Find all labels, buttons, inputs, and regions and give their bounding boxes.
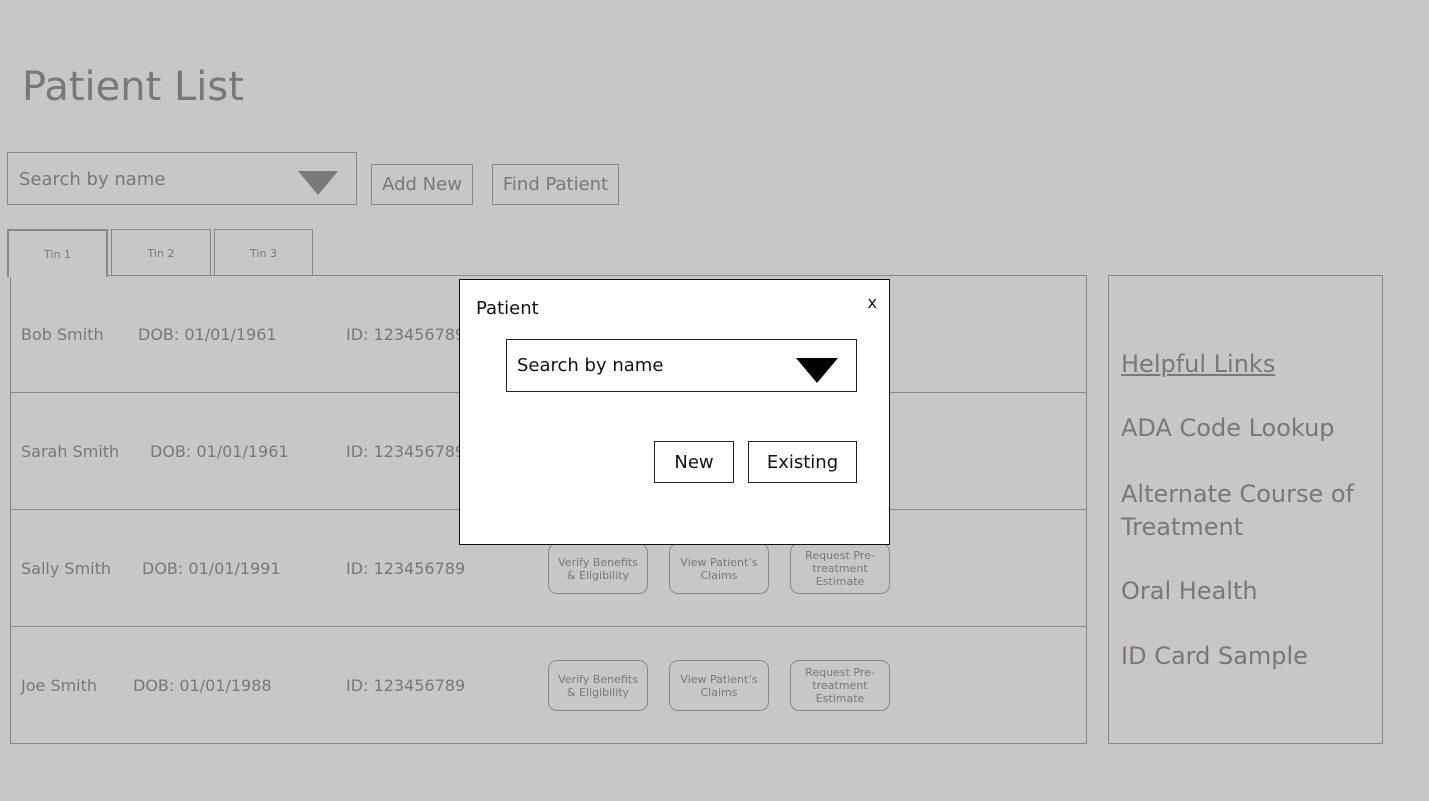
view-claims-button[interactable]: View Patient’s Claims: [669, 660, 769, 711]
patient-id: ID: 123456789: [346, 442, 466, 461]
link-ada-code-lookup[interactable]: ADA Code Lookup: [1121, 412, 1335, 445]
patient-dob: DOB: 01/01/1961: [138, 325, 277, 344]
chevron-down-icon[interactable]: [796, 358, 838, 383]
existing-button[interactable]: Existing: [748, 441, 857, 483]
patient-id: ID: 123456789: [346, 676, 466, 695]
close-icon[interactable]: x: [868, 293, 877, 312]
add-new-button[interactable]: Add New: [371, 164, 473, 205]
page-title: Patient List: [22, 64, 244, 110]
patient-dob: DOB: 01/01/1991: [142, 559, 281, 578]
request-estimate-button[interactable]: Request Pre-treatment Estimate: [790, 660, 890, 711]
patient-name: Joe Smith: [21, 676, 98, 695]
new-button[interactable]: New: [654, 441, 734, 483]
tab-tin-1[interactable]: Tin 1: [7, 229, 108, 277]
modal-search-placeholder: Search by name: [517, 355, 664, 376]
verify-benefits-button[interactable]: Verify Benefits & Eligibility: [548, 543, 648, 594]
patient-id: ID: 123456789: [346, 325, 466, 344]
patient-name: Bob Smith: [21, 325, 104, 344]
view-claims-button[interactable]: View Patient’s Claims: [669, 543, 769, 594]
patient-dob: DOB: 01/01/1961: [150, 442, 289, 461]
link-oral-health[interactable]: Oral Health: [1121, 575, 1258, 608]
helpful-links-heading[interactable]: Helpful Links: [1121, 348, 1275, 381]
table-row[interactable]: Joe Smith DOB: 01/01/1988 ID: 123456789 …: [11, 627, 1086, 744]
request-estimate-button[interactable]: Request Pre-treatment Estimate: [790, 543, 890, 594]
find-patient-button[interactable]: Find Patient: [492, 164, 619, 205]
patient-id: ID: 123456789: [346, 559, 466, 578]
patient-name: Sally Smith: [21, 559, 112, 578]
modal-search-dropdown[interactable]: Search by name: [506, 339, 857, 392]
search-placeholder: Search by name: [19, 169, 166, 190]
patient-modal: Patient x Search by name New Existing: [459, 279, 890, 545]
helpful-links-panel: Helpful Links ADA Code Lookup Alternate …: [1108, 275, 1383, 744]
tab-tin-2[interactable]: Tin 2: [111, 229, 211, 276]
chevron-down-icon[interactable]: [298, 171, 338, 195]
search-dropdown[interactable]: Search by name: [7, 152, 357, 205]
link-id-card-sample[interactable]: ID Card Sample: [1121, 640, 1308, 673]
patient-dob: DOB: 01/01/1988: [133, 676, 272, 695]
verify-benefits-button[interactable]: Verify Benefits & Eligibility: [548, 660, 648, 711]
modal-title: Patient: [476, 298, 539, 319]
tab-tin-3[interactable]: Tin 3: [214, 229, 313, 276]
link-alternate-course-of-treatment[interactable]: Alternate Course of Treatment: [1121, 478, 1371, 544]
patient-name: Sarah Smith: [21, 442, 120, 461]
